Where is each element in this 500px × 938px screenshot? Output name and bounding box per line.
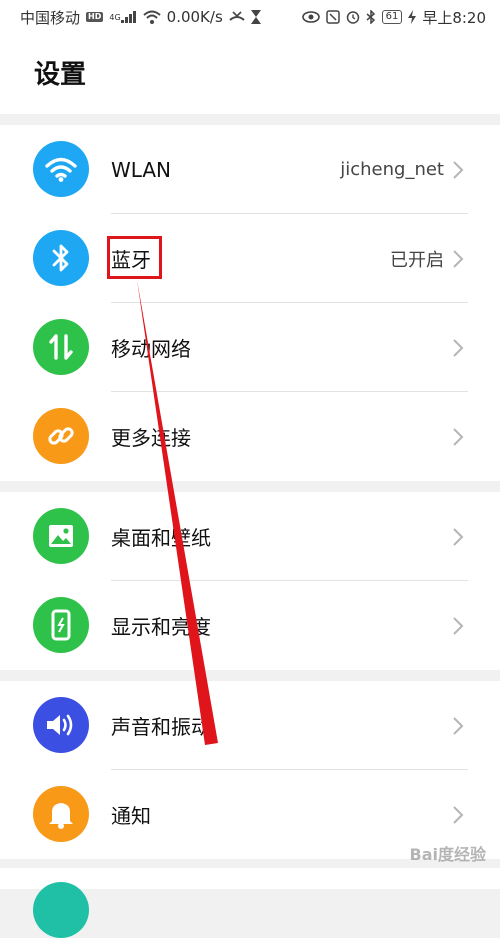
- chevron-right-icon: [453, 617, 464, 635]
- chevron-right-icon: [453, 528, 464, 546]
- network-speed: 0.00K/s: [166, 8, 223, 26]
- wifi-icon: [33, 141, 89, 197]
- carrier-label: 中国移动: [20, 8, 81, 27]
- settings-item-label: 桌面和壁纸: [111, 526, 211, 550]
- network-type-label: 4G: [109, 12, 121, 22]
- page-title: 设置: [34, 60, 87, 90]
- battery-icon: 61: [381, 10, 403, 24]
- settings-item-more-connections[interactable]: 更多连接: [0, 392, 500, 481]
- settings-group-next-peek: [0, 868, 500, 938]
- chevron-right-icon: [453, 806, 464, 824]
- hourglass-icon: [250, 10, 261, 24]
- sound-icon: [33, 697, 89, 753]
- settings-item-label: 显示和亮度: [111, 615, 211, 639]
- bluetooth-status-icon: [366, 10, 376, 24]
- bluetooth-icon: [33, 230, 89, 286]
- annotation-highlight-box: [107, 236, 162, 279]
- status-bar-right: 61 早上8:20: [301, 7, 486, 28]
- status-bar-left: 中国移动 HD 4G 0.00K/s: [20, 7, 261, 28]
- chevron-right-icon: [453, 717, 464, 735]
- settings-group-connectivity: WLAN jicheng_net 蓝牙 已开启 移动网络 更多连接: [0, 125, 500, 481]
- charging-icon: [408, 10, 417, 24]
- bell-icon: [33, 786, 89, 842]
- wifi-status-icon: [142, 10, 161, 24]
- settings-item-bluetooth[interactable]: 蓝牙 已开启: [0, 214, 500, 303]
- display-icon: [33, 597, 89, 653]
- battery-level: 61: [385, 11, 399, 22]
- mobile-data-icon: [33, 319, 89, 375]
- signal-icon: 4G: [109, 11, 136, 23]
- watermark: Bai度经验: [409, 845, 486, 864]
- settings-group-display: 桌面和壁纸 显示和亮度: [0, 492, 500, 670]
- settings-item-wlan[interactable]: WLAN jicheng_net: [0, 125, 500, 214]
- settings-item-label: 移动网络: [111, 337, 191, 361]
- chevron-right-icon: [453, 339, 464, 357]
- settings-item-label: 通知: [111, 804, 151, 828]
- settings-item-label: 声音和振动: [111, 715, 211, 739]
- settings-item-display-brightness[interactable]: 显示和亮度: [0, 581, 500, 670]
- settings-item-wallpaper[interactable]: 桌面和壁纸: [0, 492, 500, 581]
- link-icon: [33, 408, 89, 464]
- settings-item-value: 已开启: [390, 249, 444, 271]
- status-bar: 中国移动 HD 4G 0.00K/s 61 早上8:20: [0, 0, 500, 34]
- next-item-icon: [33, 882, 89, 938]
- settings-item-sound-vibration[interactable]: 声音和振动: [0, 681, 500, 770]
- page-header: 设置: [0, 34, 500, 114]
- alarm-icon: [346, 10, 360, 24]
- hd-icon: HD: [86, 12, 104, 22]
- nfc-icon: [325, 10, 340, 24]
- wallpaper-icon: [33, 508, 89, 564]
- settings-item-label: 更多连接: [111, 426, 191, 450]
- settings-item-value: jicheng_net: [340, 159, 444, 180]
- settings-group-sound: 声音和振动 通知: [0, 681, 500, 859]
- settings-item-label: WLAN: [111, 157, 172, 182]
- settings-item-mobile-network[interactable]: 移动网络: [0, 303, 500, 392]
- clock: 早上8:20: [422, 8, 486, 27]
- missed-call-icon: [229, 10, 245, 24]
- chevron-right-icon: [453, 428, 464, 446]
- chevron-right-icon: [453, 250, 464, 268]
- chevron-right-icon: [453, 161, 464, 179]
- eye-icon: [301, 11, 320, 23]
